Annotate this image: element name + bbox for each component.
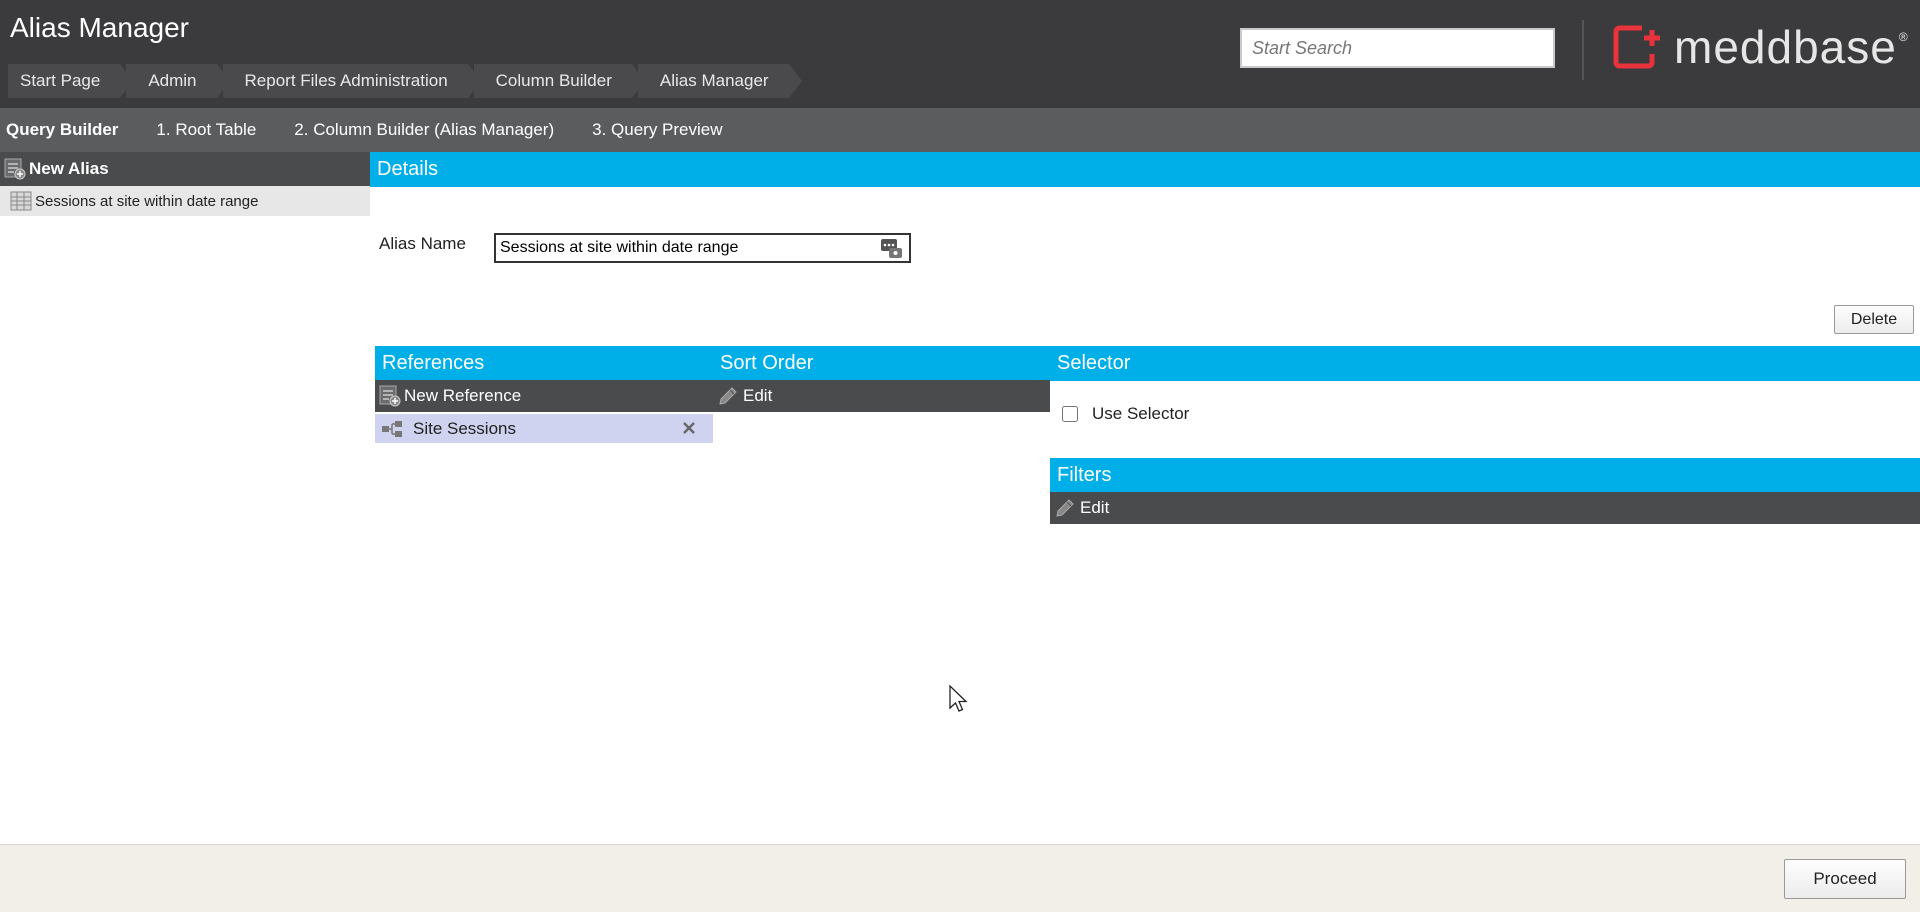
meddbase-logo: meddbase ®: [1612, 22, 1908, 72]
use-selector-label: Use Selector: [1092, 404, 1190, 423]
use-selector-checkbox[interactable]: [1062, 406, 1078, 422]
filters-header: Filters: [1050, 458, 1920, 493]
breadcrumb-report-files-administration[interactable]: Report Files Administration: [222, 64, 481, 98]
page-title: Alias Manager: [10, 12, 189, 43]
new-alias-label: New Alias: [29, 159, 109, 178]
sort-order-header: Sort Order: [713, 346, 1050, 381]
references-header: References: [375, 346, 713, 381]
nav-query-preview[interactable]: 3. Query Preview: [592, 120, 722, 140]
nav-query-builder[interactable]: Query Builder: [6, 120, 118, 140]
breadcrumb-alias-manager[interactable]: Alias Manager: [637, 64, 802, 98]
list-item[interactable]: Sessions at site within date range: [0, 186, 370, 216]
use-selector-option: Use Selector: [1062, 404, 1189, 424]
mouse-cursor-icon: [949, 684, 968, 712]
logo-text: meddbase: [1674, 21, 1897, 73]
nav-root-table[interactable]: 1. Root Table: [156, 120, 256, 140]
meddbase-logo-icon: [1613, 25, 1660, 69]
alias-name-input[interactable]: [496, 235, 866, 261]
details-header: Details: [370, 152, 1920, 187]
new-reference-button[interactable]: New Reference: [375, 380, 713, 412]
alias-item-label: Sessions at site within date range: [35, 192, 259, 210]
new-reference-label: New Reference: [404, 386, 522, 405]
new-list-icon: [379, 385, 401, 407]
app-header: Alias Manager Start Page Admin Report Fi…: [0, 0, 1920, 108]
delete-button[interactable]: Delete: [1834, 305, 1914, 334]
alias-list-panel: New Alias Sessions at site within date r…: [0, 152, 370, 844]
breadcrumb-admin[interactable]: Admin: [126, 64, 230, 98]
sort-order-edit-button[interactable]: Edit: [713, 380, 1050, 412]
reference-item-label: Site Sessions: [413, 418, 516, 438]
close-icon[interactable]: [679, 418, 699, 438]
nav-column-builder[interactable]: 2. Column Builder (Alias Manager): [294, 120, 554, 140]
alias-name-label: Alias Name: [379, 234, 466, 253]
search-input[interactable]: [1240, 28, 1555, 68]
table-grid-icon: [10, 191, 32, 211]
filters-edit-label: Edit: [1080, 498, 1110, 517]
breadcrumb: Start Page Admin Report Files Administra…: [8, 64, 802, 98]
list-item[interactable]: Site Sessions: [375, 414, 713, 443]
sort-order-edit-label: Edit: [743, 386, 773, 405]
filters-edit-button[interactable]: Edit: [1050, 492, 1920, 524]
new-list-icon: [4, 158, 26, 180]
new-alias-button[interactable]: New Alias: [0, 152, 370, 186]
header-divider: [1582, 20, 1584, 80]
breadcrumb-start-page[interactable]: Start Page: [8, 64, 134, 98]
selector-header: Selector: [1050, 346, 1920, 381]
translate-icon[interactable]: [881, 239, 903, 259]
pencil-icon: [1056, 499, 1074, 517]
logo-registered-mark: ®: [1898, 30, 1908, 44]
proceed-button[interactable]: Proceed: [1784, 859, 1906, 899]
hierarchy-icon: [382, 420, 402, 437]
alias-name-field-wrapper: [494, 233, 911, 263]
footer-bar: Proceed: [0, 844, 1920, 912]
pencil-icon: [719, 387, 737, 405]
query-builder-nav: Query Builder 1. Root Table 2. Column Bu…: [0, 108, 1920, 152]
breadcrumb-column-builder[interactable]: Column Builder: [473, 64, 646, 98]
